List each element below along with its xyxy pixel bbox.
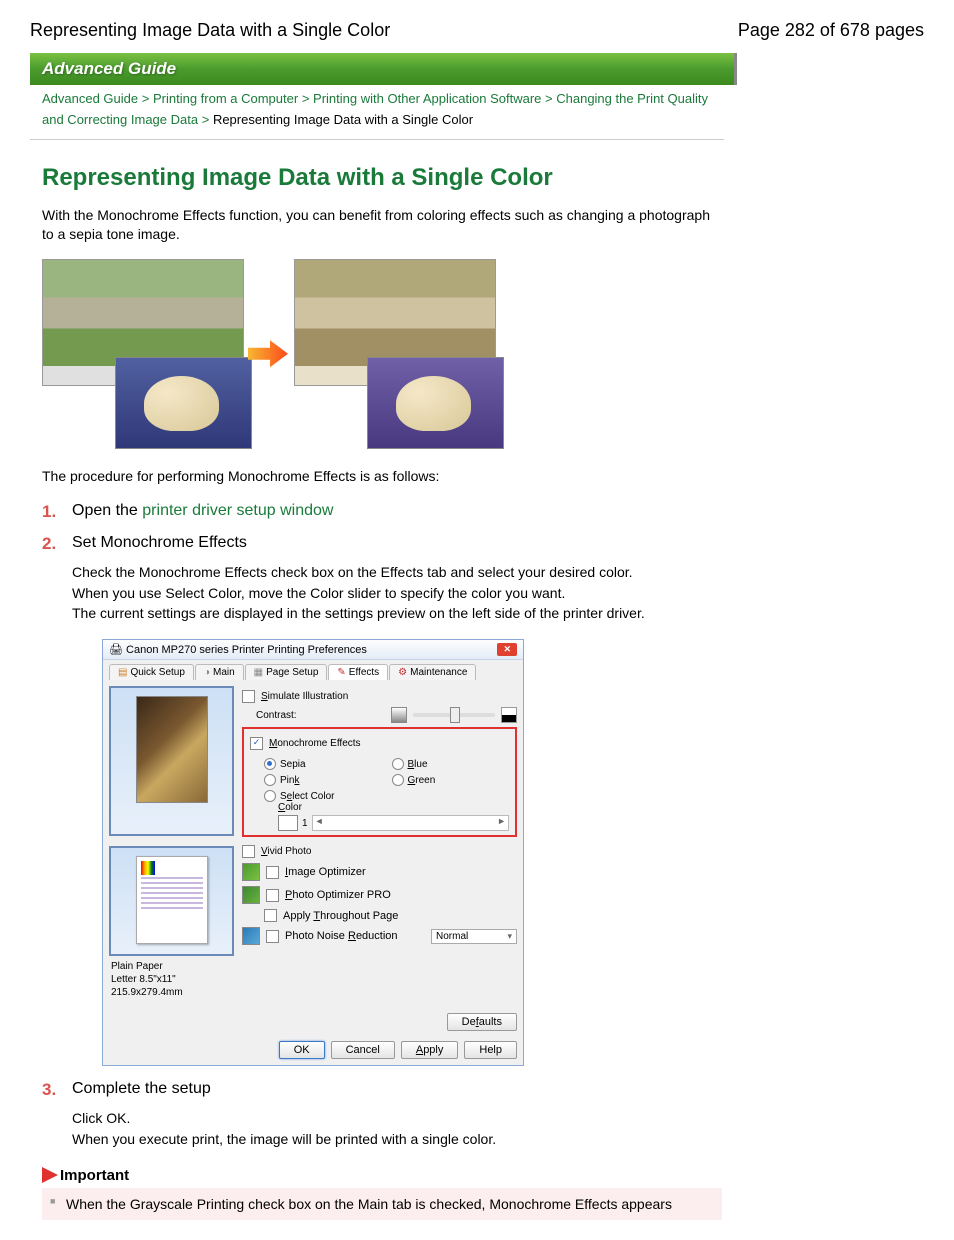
breadcrumb-l2[interactable]: Printing from a Computer (153, 91, 298, 106)
blue-radio[interactable] (392, 758, 404, 770)
simulate-illustration-label: Simulate Illustration (261, 691, 348, 702)
photo-optimizer-pro-checkbox[interactable] (266, 889, 279, 902)
important-flag-icon (42, 1167, 58, 1183)
breadcrumb-sep: > (202, 112, 210, 127)
monochrome-effects-label: Monochrome Effects (269, 738, 361, 749)
vivid-photo-label: Vivid Photo (261, 846, 311, 857)
procedure-intro: The procedure for performing Monochrome … (42, 467, 722, 487)
tab-main[interactable]: ◑Main (195, 664, 244, 680)
breadcrumb-sep: > (545, 91, 553, 106)
breadcrumb-l1[interactable]: Advanced Guide (42, 91, 138, 106)
noise-reduction-icon (242, 927, 260, 945)
contrast-slider[interactable] (413, 713, 495, 717)
important-text: When the Grayscale Printing check box on… (42, 1188, 722, 1220)
sepia-radio[interactable] (264, 758, 276, 770)
settings-preview (109, 686, 234, 836)
printer-preferences-dialog: 🖨 Canon MP270 series Printer Printing Pr… (102, 639, 524, 1066)
step-number: 3. (42, 1080, 56, 1100)
defaults-button[interactable]: Defaults (447, 1013, 517, 1031)
select-color-label: Select Color (280, 791, 334, 802)
breadcrumb-sep: > (142, 91, 150, 106)
breadcrumb-current: Representing Image Data with a Single Co… (213, 112, 473, 127)
photo-optimizer-pro-label: Photo Optimizer PRO (285, 889, 391, 901)
image-optimizer-checkbox[interactable] (266, 866, 279, 879)
breadcrumb-l3[interactable]: Printing with Other Application Software (313, 91, 541, 106)
illustration-row (42, 259, 722, 449)
noise-reduction-select[interactable]: Normal (431, 929, 517, 944)
breadcrumb-sep: > (302, 91, 310, 106)
tab-maintenance[interactable]: ⚙Maintenance (389, 664, 476, 680)
close-button[interactable]: ✕ (497, 643, 517, 656)
paper-info: Plain PaperLetter 8.5"x11" 215.9x279.4mm (109, 956, 234, 1003)
printer-driver-link[interactable]: printer driver setup window (142, 502, 333, 519)
important-label: Important (60, 1167, 129, 1184)
step3-title: Complete the setup (72, 1080, 211, 1097)
dialog-title: 🖨 Canon MP270 series Printer Printing Pr… (109, 643, 367, 656)
tab-page-setup[interactable]: ▦Page Setup (245, 664, 328, 680)
illustration-original-dog (115, 357, 252, 449)
step3-body: Click OK. When you execute print, the im… (72, 1108, 722, 1149)
image-optimizer-label: Image Optimizer (285, 866, 366, 878)
color-swatch (278, 815, 298, 831)
vivid-photo-checkbox[interactable] (242, 845, 255, 858)
intro-text: With the Monochrome Effects function, yo… (42, 206, 722, 245)
monochrome-effects-checkbox[interactable] (250, 737, 263, 750)
apply-button[interactable]: Apply (401, 1041, 459, 1059)
pink-radio[interactable] (264, 774, 276, 786)
pink-label: Pink (280, 775, 299, 786)
apply-throughout-label: Apply Throughout Page (283, 910, 398, 922)
contrast-low-icon (391, 707, 407, 723)
breadcrumb: Advanced Guide > Printing from a Compute… (30, 85, 724, 140)
step1-prefix: Open the (72, 502, 142, 519)
tab-quick-setup[interactable]: ▤Quick Setup (109, 664, 194, 680)
color-label: Color (278, 802, 509, 813)
arrow-icon (248, 339, 288, 369)
image-optimizer-icon (242, 863, 260, 881)
help-button[interactable]: Help (464, 1041, 517, 1059)
color-value: 1 (302, 818, 308, 829)
paper-preview (109, 846, 234, 956)
illustration-sepia-dog (367, 357, 504, 449)
page-number: Page 282 of 678 pages (738, 20, 924, 41)
blue-label: Blue (408, 759, 428, 770)
noise-reduction-checkbox[interactable] (266, 930, 279, 943)
color-slider[interactable] (312, 815, 509, 831)
step-number: 2. (42, 534, 56, 554)
contrast-high-icon (501, 707, 517, 723)
contrast-label: Contrast: (256, 710, 297, 721)
apply-throughout-checkbox[interactable] (264, 909, 277, 922)
page-title: Representing Image Data with a Single Co… (30, 20, 390, 41)
simulate-illustration-checkbox[interactable] (242, 690, 255, 703)
select-color-radio[interactable] (264, 790, 276, 802)
guide-banner: Advanced Guide (30, 53, 737, 85)
step-number: 1. (42, 502, 56, 522)
green-label: Green (408, 775, 436, 786)
noise-reduction-label: Photo Noise Reduction (285, 930, 398, 942)
green-radio[interactable] (392, 774, 404, 786)
tab-effects[interactable]: ✎Effects (328, 664, 388, 680)
photo-optimizer-pro-icon (242, 886, 260, 904)
sepia-label: Sepia (280, 759, 306, 770)
cancel-button[interactable]: Cancel (331, 1041, 395, 1059)
step2-title: Set Monochrome Effects (72, 534, 247, 551)
step2-body: Check the Monochrome Effects check box o… (72, 562, 722, 623)
monochrome-effects-group: Monochrome Effects Sepia Blue Pink Green… (242, 727, 517, 837)
heading-main: Representing Image Data with a Single Co… (42, 164, 722, 192)
ok-button[interactable]: OK (279, 1041, 325, 1059)
